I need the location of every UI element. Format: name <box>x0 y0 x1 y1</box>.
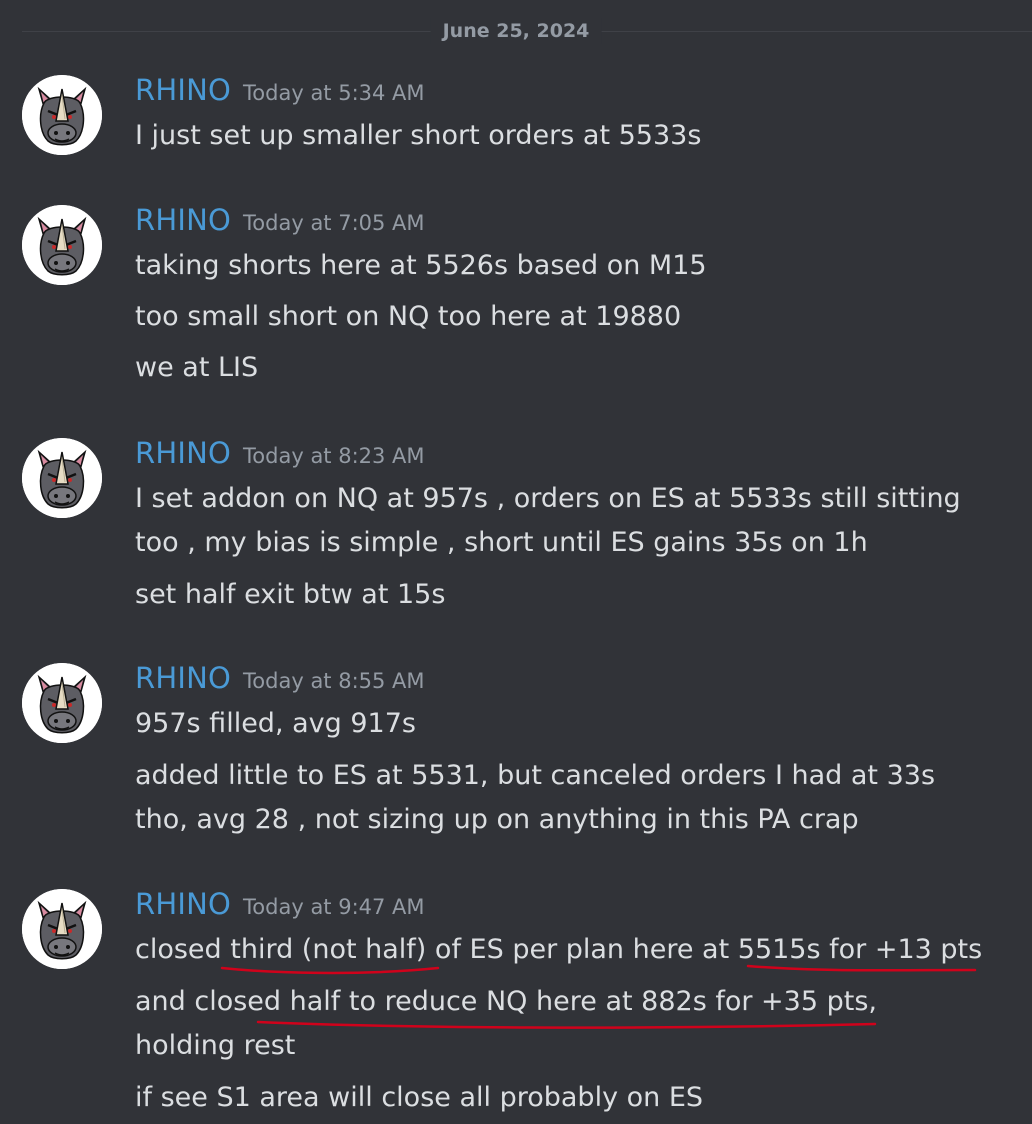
timestamp[interactable]: Today at 5:34 AM <box>243 81 425 105</box>
message-header: RHINO Today at 8:23 AM <box>135 436 425 470</box>
timestamp[interactable]: Today at 8:23 AM <box>243 444 425 468</box>
author-name[interactable]: RHINO <box>135 887 231 921</box>
message-text: and closed half to reduce NQ here at 882… <box>135 986 877 1061</box>
rhino-head-icon <box>22 205 102 285</box>
timestamp[interactable]: Today at 7:05 AM <box>243 211 425 235</box>
message-text: 957s filled, avg 917s <box>135 708 416 739</box>
rhino-head-icon <box>22 438 102 518</box>
date-divider-label: June 25, 2024 <box>430 18 602 44</box>
message-text: closed third (not half) of ES per plan h… <box>135 934 983 965</box>
message-text: we at LIS <box>135 352 259 383</box>
rhino-head-icon <box>22 75 102 155</box>
message-header: RHINO Today at 9:47 AM <box>135 887 425 921</box>
message-text: I set addon on NQ at 957s , orders on ES… <box>135 483 961 558</box>
timestamp[interactable]: Today at 9:47 AM <box>243 895 425 919</box>
avatar[interactable] <box>22 205 102 285</box>
author-name[interactable]: RHINO <box>135 661 231 695</box>
avatar[interactable] <box>22 438 102 518</box>
author-name[interactable]: RHINO <box>135 203 231 237</box>
message-text: taking shorts here at 5526s based on M15 <box>135 250 707 281</box>
message-header: RHINO Today at 5:34 AM <box>135 73 425 107</box>
message-text: set half exit btw at 15s <box>135 579 446 610</box>
timestamp[interactable]: Today at 8:55 AM <box>243 669 425 693</box>
avatar[interactable] <box>22 663 102 743</box>
rhino-head-icon <box>22 663 102 743</box>
message-text: too small short on NQ too here at 19880 <box>135 301 682 332</box>
rhino-head-icon <box>22 889 102 969</box>
message-header: RHINO Today at 7:05 AM <box>135 203 425 237</box>
message-text: if see S1 area will close all probably o… <box>135 1082 704 1113</box>
avatar[interactable] <box>22 75 102 155</box>
author-name[interactable]: RHINO <box>135 436 231 470</box>
avatar[interactable] <box>22 889 102 969</box>
message-text: I just set up smaller short orders at 55… <box>135 120 702 151</box>
author-name[interactable]: RHINO <box>135 73 231 107</box>
message-text: added little to ES at 5531, but canceled… <box>135 760 936 835</box>
message-header: RHINO Today at 8:55 AM <box>135 661 425 695</box>
